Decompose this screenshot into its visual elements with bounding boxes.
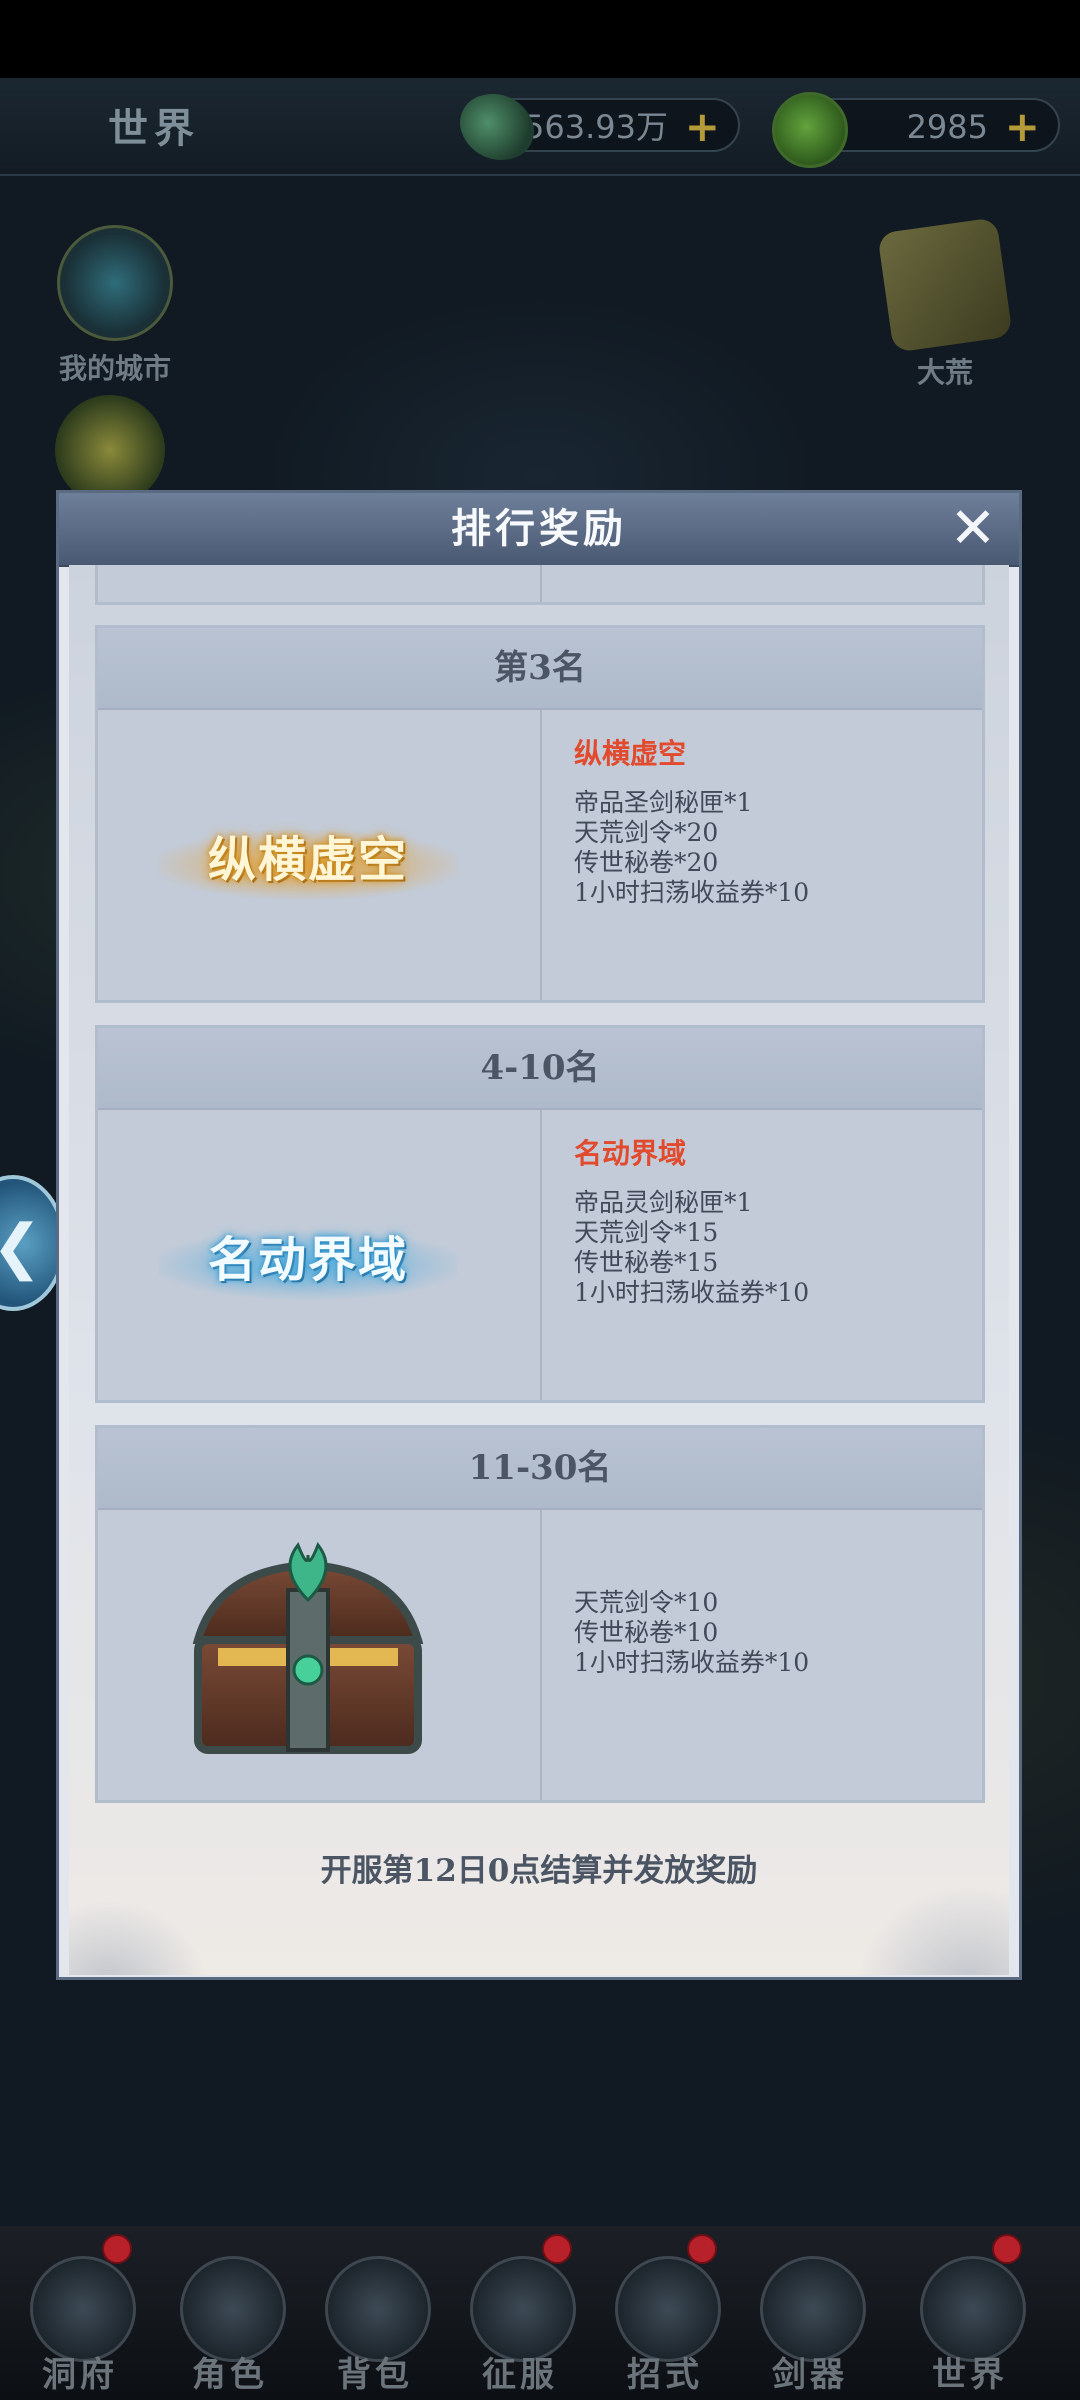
- nav-label: 洞府: [42, 2355, 118, 2395]
- page-title: 世界: [108, 105, 200, 152]
- dahuang-button[interactable]: 大荒: [877, 217, 1013, 391]
- card-left: 纵横虚空: [98, 710, 540, 1000]
- reward-list[interactable]: 第3名 纵横虚空 纵横虚空 帝品圣剑秘匣*1 天荒剑令*20 传世秘卷*20 1…: [69, 565, 1009, 1905]
- treasure-chest-icon: [188, 1542, 428, 1754]
- close-button[interactable]: ✕: [945, 501, 1001, 557]
- nav-item-skills[interactable]: 招式: [595, 2226, 735, 2400]
- reward-card: 11-30名 天荒剑令*10 传世秘卷*10 1小时扫荡收益券*10: [95, 1425, 985, 1803]
- card-left: 名动界域: [98, 1110, 540, 1400]
- my-city-label: 我的城市: [58, 352, 171, 385]
- nav-item-dongfu[interactable]: 洞府: [10, 2226, 150, 2400]
- settlement-note: 开服第12日0点结算并发放奖励: [320, 1853, 758, 1889]
- reward-card: 第3名 纵横虚空 纵横虚空 帝品圣剑秘匣*1 天荒剑令*20 传世秘卷*20 1…: [95, 625, 985, 1003]
- currency-jade: 563.93万 +: [452, 82, 740, 172]
- card-divider: [540, 1510, 542, 1800]
- rank-reward-dialog: 排行奖励 ✕ 第3名 纵横虚空 纵横虚空 帝品圣剑秘匣*1 天荒剑令*20 传世…: [56, 490, 1022, 1980]
- status-bar: [0, 0, 1080, 78]
- reward-details: 天荒剑令*10 传世秘卷*10 1小时扫荡收益券*10: [574, 1532, 974, 1678]
- notification-dot: [102, 2234, 132, 2264]
- reward-item: 1小时扫荡收益券*10: [574, 1648, 810, 1677]
- reward-title: 名动界域: [574, 1137, 687, 1170]
- city-icon: [57, 225, 173, 341]
- notification-dot: [542, 2234, 572, 2264]
- reward-item: 1小时扫荡收益券*10: [574, 878, 810, 907]
- currency-coin-value: 2985: [906, 108, 988, 146]
- title-badge-blue: 名动界域: [158, 1210, 458, 1310]
- reward-item: 天荒剑令*15: [574, 1218, 719, 1247]
- currency-jade-value: 563.93万: [524, 108, 668, 146]
- my-city-button[interactable]: 我的城市: [50, 225, 180, 387]
- reward-card: 4-10名 名动界域 名动界域 帝品灵剑秘匣*1 天荒剑令*15 传世秘卷*15…: [95, 1025, 985, 1403]
- card-divider: [540, 565, 542, 602]
- reward-item: 帝品圣剑秘匣*1: [574, 788, 753, 817]
- nav-label: 剑器: [772, 2355, 848, 2395]
- dialog-body: 第3名 纵横虚空 纵横虚空 帝品圣剑秘匣*1 天荒剑令*20 传世秘卷*20 1…: [69, 565, 1009, 1975]
- top-bar: 世界 563.93万 + 2985 +: [0, 78, 1080, 176]
- reward-title: 纵横虚空: [574, 737, 687, 770]
- nav-item-conquer[interactable]: 征服: [450, 2226, 590, 2400]
- reward-item: 传世秘卷*10: [574, 1618, 719, 1647]
- nav-label: 角色: [192, 2355, 268, 2395]
- nav-item-bag[interactable]: 背包: [305, 2226, 445, 2400]
- notification-dot: [687, 2234, 717, 2264]
- dahuang-label: 大荒: [916, 356, 973, 389]
- reward-title: [574, 1532, 974, 1568]
- card-body: 天荒剑令*10 传世秘卷*10 1小时扫荡收益券*10: [98, 1510, 982, 1800]
- nav-item-sword[interactable]: 剑器: [740, 2226, 880, 2400]
- coin-icon: [772, 92, 848, 168]
- add-coin-button[interactable]: +: [1005, 100, 1040, 154]
- reward-details: 纵横虚空 帝品圣剑秘匣*1 天荒剑令*20 传世秘卷*20 1小时扫荡收益券*1…: [574, 732, 974, 908]
- card-body: 纵横虚空 纵横虚空 帝品圣剑秘匣*1 天荒剑令*20 传世秘卷*20 1小时扫荡…: [98, 710, 982, 1000]
- nav-label: 世界: [932, 2355, 1008, 2395]
- notification-dot: [992, 2234, 1022, 2264]
- nav-item-role[interactable]: 角色: [160, 2226, 300, 2400]
- add-jade-button[interactable]: +: [685, 100, 720, 154]
- rank-label: 11-30名: [98, 1428, 982, 1510]
- nav-label: 招式: [627, 2355, 703, 2395]
- dialog-header: 排行奖励 ✕: [59, 493, 1019, 567]
- rank-emblem-icon[interactable]: [55, 395, 165, 505]
- title-badge-gold: 纵横虚空: [158, 810, 458, 910]
- reward-item: 1小时扫荡收益券*10: [574, 1278, 810, 1307]
- reward-details: 名动界域 帝品灵剑秘匣*1 天荒剑令*15 传世秘卷*15 1小时扫荡收益券*1…: [574, 1132, 974, 1308]
- scroll-map-icon: [877, 217, 1013, 353]
- reward-item: 传世秘卷*15: [574, 1248, 719, 1277]
- card-divider: [540, 710, 542, 1000]
- reward-item: 传世秘卷*20: [574, 848, 719, 877]
- nav-label: 征服: [482, 2355, 558, 2395]
- bottom-nav: 洞府 角色 背包 征服 招式 剑器 世界: [0, 2226, 1080, 2400]
- currency-coin: 2985 +: [772, 92, 1060, 168]
- rank-label: 第3名: [98, 628, 982, 710]
- reward-card-previous: [95, 565, 985, 605]
- nav-label: 背包: [337, 2355, 413, 2395]
- reward-item: 天荒剑令*20: [574, 818, 719, 847]
- rank-label: 4-10名: [98, 1028, 982, 1110]
- card-body: 名动界域 名动界域 帝品灵剑秘匣*1 天荒剑令*15 传世秘卷*15 1小时扫荡…: [98, 1110, 982, 1400]
- reward-item: 天荒剑令*10: [574, 1588, 719, 1617]
- dialog-title: 排行奖励: [451, 505, 627, 552]
- card-left: [98, 1510, 540, 1800]
- nav-item-world[interactable]: 世界: [900, 2226, 1040, 2400]
- reward-item: 帝品灵剑秘匣*1: [574, 1188, 753, 1217]
- card-divider: [540, 1110, 542, 1400]
- jade-icon: [452, 82, 542, 172]
